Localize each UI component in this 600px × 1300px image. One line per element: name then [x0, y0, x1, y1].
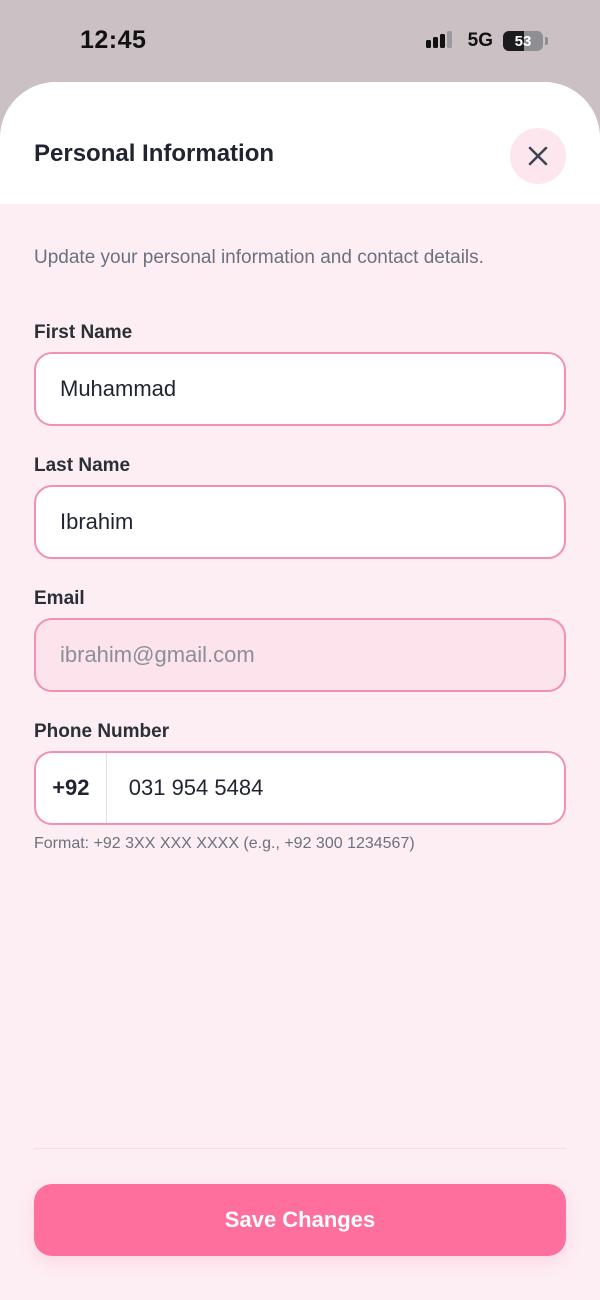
status-indicators: 5G 53: [425, 30, 548, 52]
first-name-field-box: [34, 352, 566, 426]
phone-label: Phone Number: [34, 721, 170, 742]
battery-percent: 53: [514, 32, 532, 50]
close-button[interactable]: [510, 128, 566, 184]
form-content: Update your personal information and con…: [0, 246, 600, 853]
phone-field-box: +92: [34, 751, 566, 825]
close-icon: [528, 146, 548, 166]
phone-input[interactable]: [106, 774, 564, 802]
sheet-subtitle: Update your personal information and con…: [34, 247, 484, 268]
email-field-box: [34, 618, 566, 692]
status-time: 12:45: [80, 26, 147, 54]
sheet-header: Personal Information: [0, 82, 600, 204]
first-name-label: First Name: [34, 322, 133, 343]
footer-divider: [34, 1148, 566, 1149]
save-changes-button[interactable]: Save Changes: [34, 1184, 566, 1256]
battery-icon: 53: [503, 31, 543, 51]
last-name-field-box: [34, 485, 566, 559]
phone-format-hint: Format: +92 3XX XXX XXXX (e.g., +92 300 …: [34, 835, 415, 852]
signal-bars-icon: [425, 31, 458, 51]
last-name-label: Last Name: [34, 455, 131, 476]
edit-profile-sheet: Personal Information Update your persona…: [0, 82, 600, 1300]
email-input: [58, 641, 564, 669]
first-name-input[interactable]: [58, 375, 564, 403]
battery-nub: [545, 37, 548, 45]
sheet-title: Personal Information: [34, 140, 275, 167]
email-label: Email: [34, 588, 85, 609]
status-bar: 12:45 5G 53: [0, 0, 600, 82]
country-code: +92: [36, 753, 107, 823]
last-name-input[interactable]: [58, 508, 564, 536]
network-type: 5G: [467, 30, 493, 51]
